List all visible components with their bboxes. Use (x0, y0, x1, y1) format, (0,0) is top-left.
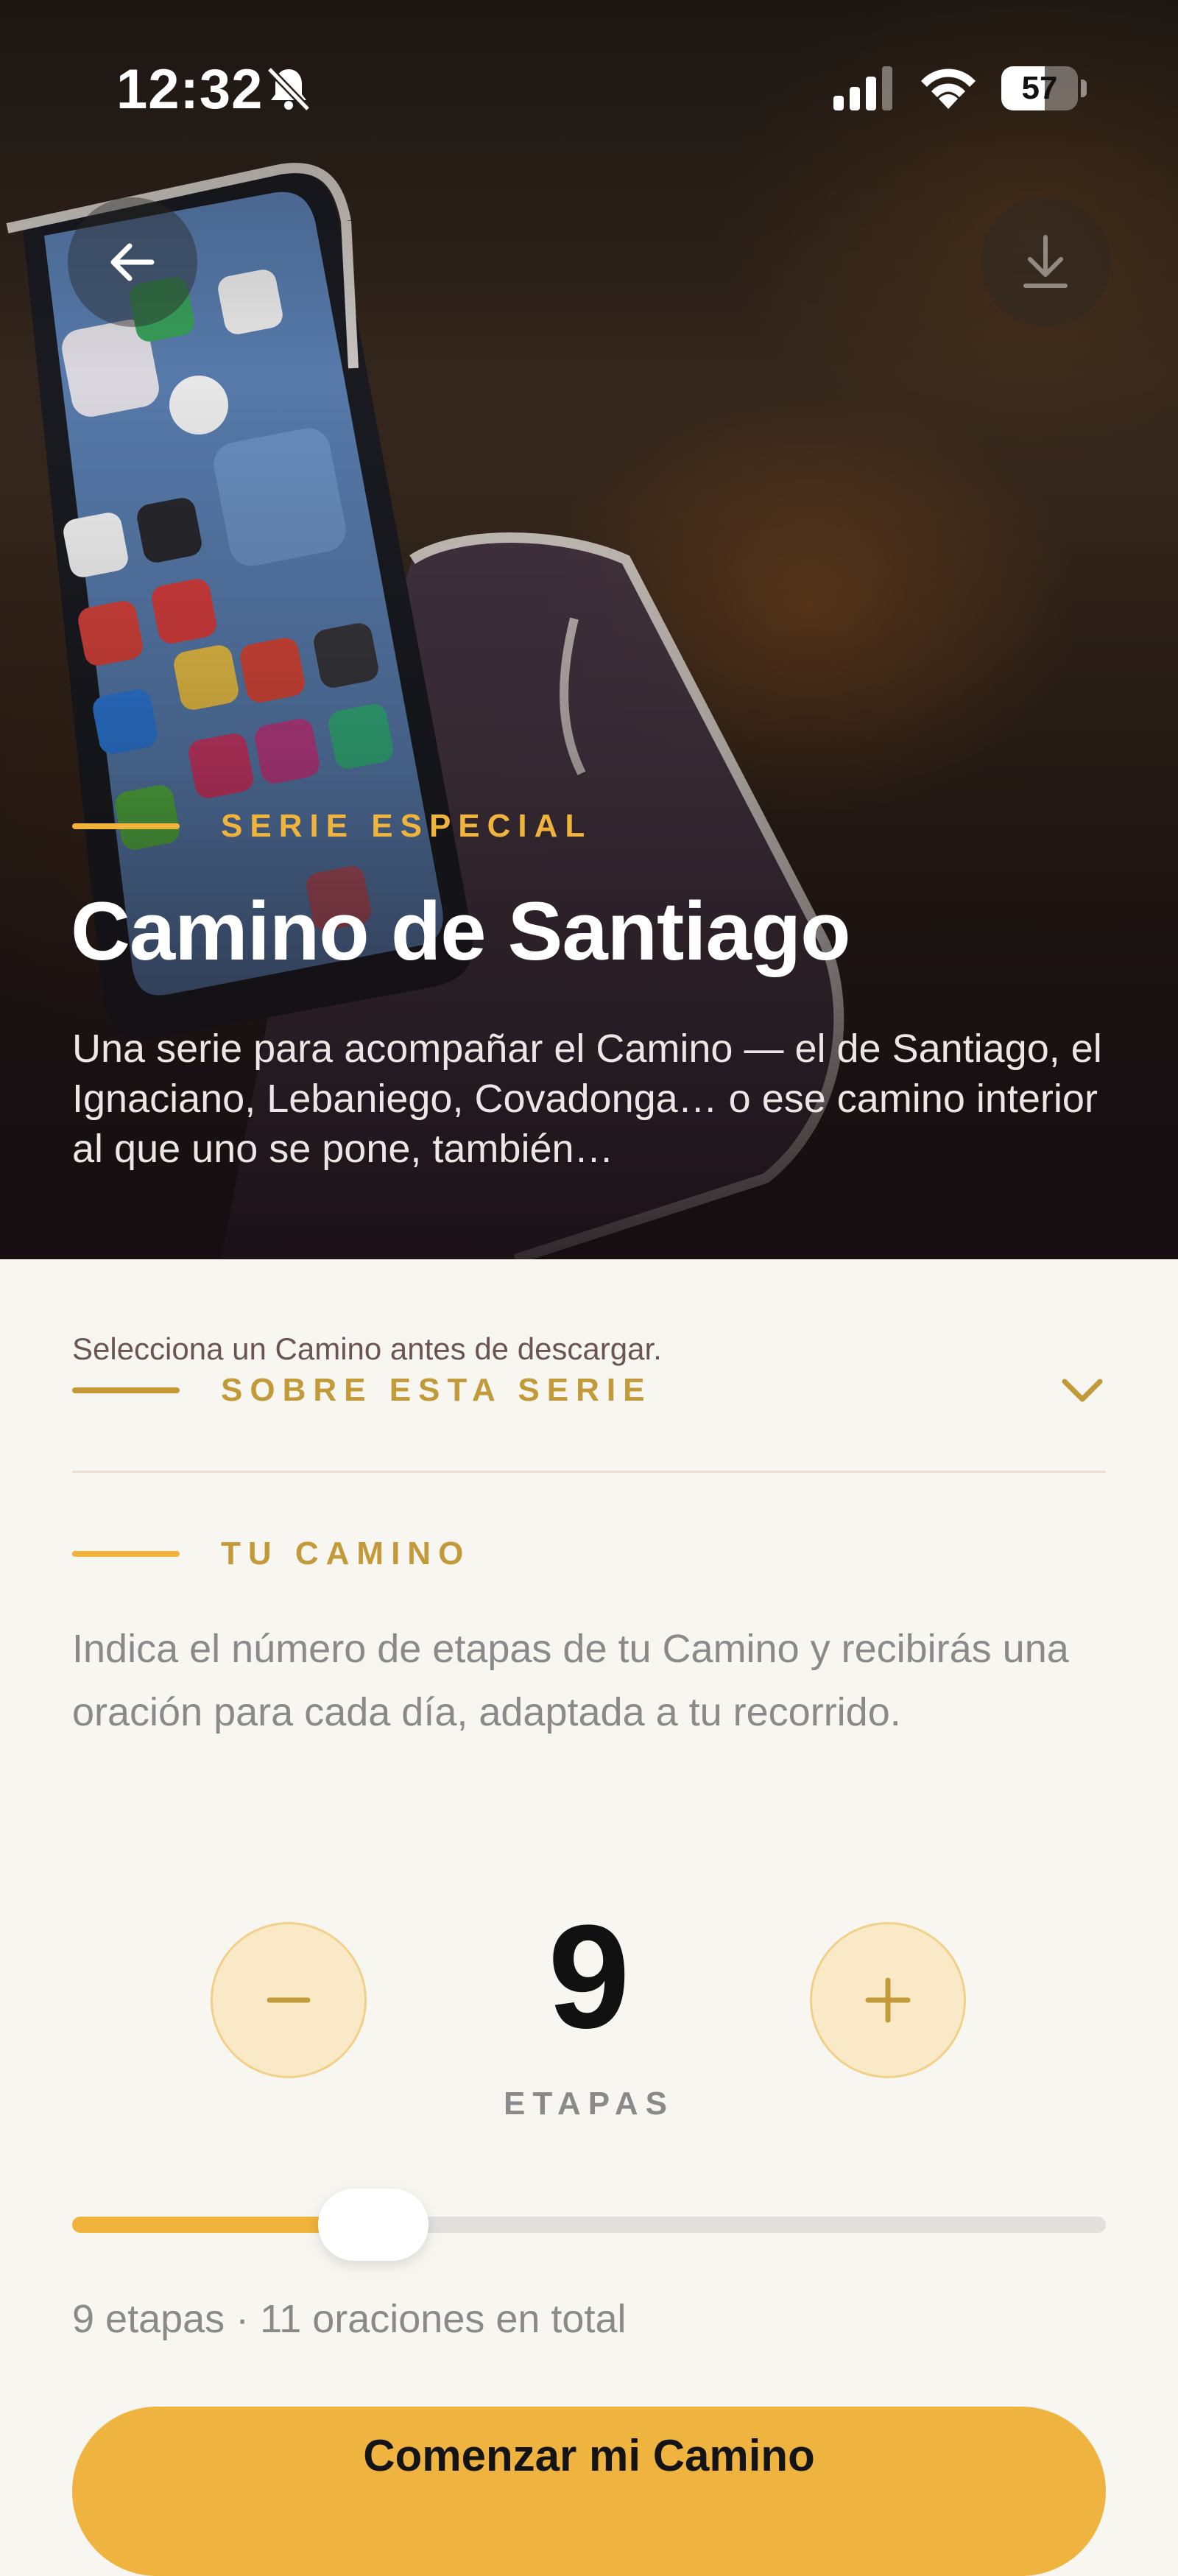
eyebrow-accent-line (72, 823, 180, 829)
stages-summary: 9 etapas · 11 oraciones en total (72, 2297, 627, 2341)
tu-camino-description: Indica el número de etapas de tu Camino … (72, 1627, 1069, 1734)
battery-body: 57 (1001, 66, 1078, 110)
eyebrow-label: SERIE ESPECIAL (221, 808, 593, 844)
battery-icon: 57 (1001, 66, 1088, 110)
cellular-signal-icon (833, 66, 892, 110)
arrow-left-icon (110, 243, 155, 281)
stages-count: 9 (548, 1895, 630, 2059)
back-button[interactable] (68, 197, 197, 327)
slider-thumb[interactable] (317, 2189, 428, 2261)
start-camino-button[interactable]: Comenzar mi Camino (72, 2407, 1106, 2576)
start-camino-label: Comenzar mi Camino (363, 2431, 815, 2480)
minus-icon (267, 1997, 311, 2003)
about-accent-line (72, 1387, 180, 1393)
stages-label: ETAPAS (504, 2086, 674, 2122)
about-series-label: SOBRE ESTA SERIE (221, 1372, 652, 1408)
select-camino-hint: Selecciona un Camino antes de descargar. (72, 1331, 662, 1366)
section-divider (72, 1471, 1106, 1473)
tu-camino-header: TU CAMINO (72, 1532, 470, 1576)
camino-accent-line (72, 1551, 180, 1557)
chevron-down-icon[interactable] (1059, 1368, 1106, 1412)
bell-slash-icon (267, 66, 311, 112)
download-button[interactable] (981, 197, 1110, 327)
series-description: Una serie para acompañar el Camino — el … (72, 1027, 1102, 1171)
download-icon (1023, 235, 1068, 288)
tu-camino-label: TU CAMINO (221, 1535, 471, 1572)
battery-percent: 57 (1021, 70, 1058, 106)
status-bar: 12:32 57 (0, 0, 1178, 169)
plus-icon (865, 1977, 911, 2023)
stages-slider[interactable] (72, 2186, 1106, 2267)
hero-eyebrow: SERIE ESPECIAL (72, 804, 592, 848)
battery-tip (1081, 80, 1087, 97)
decrease-stages-button[interactable] (211, 1922, 367, 2078)
wifi-icon (921, 68, 976, 109)
status-time: 12:32 (116, 58, 264, 121)
increase-stages-button[interactable] (810, 1922, 966, 2078)
page-title: Camino de Santiago (71, 885, 851, 977)
about-series-toggle[interactable]: SOBRE ESTA SERIE (72, 1368, 1106, 1412)
